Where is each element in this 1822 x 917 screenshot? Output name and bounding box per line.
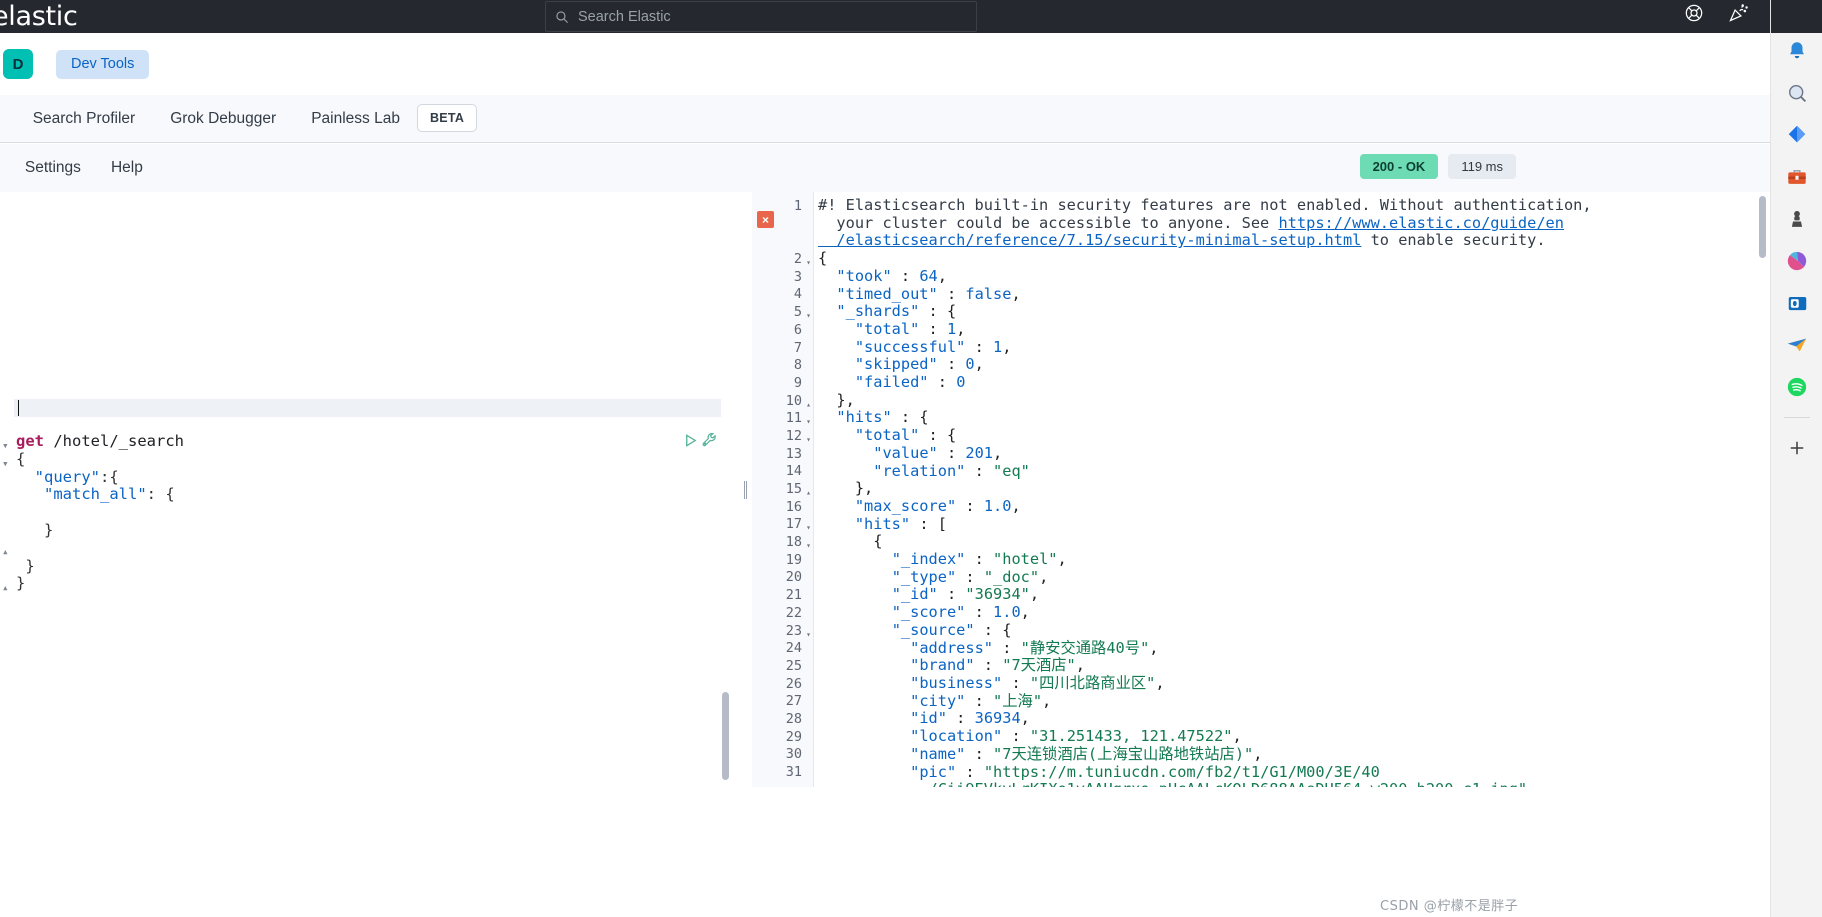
toolbar-help[interactable]: Help	[111, 159, 143, 177]
response-line-numbers: 1 2 ▾ 34 5 ▾ 6789 10 ▴ 11 ▾ 12 ▾ 13 14 15 ▴ 16 …	[785, 198, 811, 781]
fold-marker[interactable]: ▴	[2, 581, 9, 594]
editor-active-line	[14, 399, 721, 417]
notifications-bell-icon[interactable]	[1782, 36, 1812, 66]
help-icon[interactable]	[1684, 3, 1704, 23]
watermark-text: CSDN @柠檬不是胖子	[1380, 899, 1519, 914]
briefcase-icon[interactable]	[1782, 162, 1812, 192]
request-method: get	[16, 432, 44, 450]
pane-splitter[interactable]	[738, 192, 752, 787]
office-swirl-icon[interactable]	[1782, 246, 1812, 276]
browser-sidebar-icons	[1771, 36, 1822, 463]
browser-sidebar	[1770, 0, 1822, 917]
dev-tools-tabs: ole Search Profiler Grok Debugger Painle…	[0, 95, 1770, 143]
app-header: D Dev Tools	[0, 33, 1770, 95]
elastic-logo[interactable]: elastic	[0, 1, 78, 32]
status-badge: 200 - OK	[1359, 154, 1439, 179]
drop-blue-icon[interactable]	[1782, 120, 1812, 150]
elastic-global-header: elastic Search Elastic	[0, 0, 1770, 33]
add-app-icon[interactable]	[1782, 433, 1812, 463]
chess-pawn-icon[interactable]	[1782, 204, 1812, 234]
tab-search-profiler[interactable]: Search Profiler	[33, 96, 136, 142]
fold-marker[interactable]: ▴	[2, 545, 9, 558]
response-scrollbar[interactable]	[1759, 196, 1766, 258]
beta-badge: BETA	[416, 103, 478, 132]
deployment-avatar[interactable]: D	[3, 49, 33, 79]
toolbar-settings[interactable]: Settings	[25, 159, 81, 177]
send-request-button[interactable]	[683, 433, 698, 453]
fold-marker[interactable]: ▾	[806, 537, 811, 555]
global-search-placeholder: Search Elastic	[578, 8, 671, 25]
browser-sidebar-top-spacer	[1771, 0, 1822, 33]
request-editor-pane[interactable]: ▾ ▾ ▴ ▴ get /hotel/_search { "query":{ "…	[0, 192, 735, 787]
console-toolbar: ry Settings Help 200 - OK 119 ms	[0, 144, 1770, 192]
editor-gutter: ▾ ▾ ▴ ▴	[0, 192, 14, 787]
response-time-badge: 119 ms	[1448, 154, 1516, 179]
response-pane[interactable]: × 1 2 ▾ 34 5 ▾ 6789 10 ▴ 11 ▾ 12 ▾ 13 14 15 ▴ 1…	[752, 192, 1770, 798]
request-editor-code[interactable]: get /hotel/_search { "query":{ "match_al…	[16, 432, 716, 593]
search-circle-icon[interactable]	[1782, 78, 1812, 108]
fold-marker[interactable]: ▾	[2, 439, 9, 452]
paper-plane-icon[interactable]	[1782, 330, 1812, 360]
spotify-icon[interactable]	[1782, 372, 1812, 402]
fold-marker[interactable]: ▾	[2, 457, 9, 470]
fold-marker[interactable]: ▾	[806, 626, 811, 644]
response-gutter: × 1 2 ▾ 34 5 ▾ 6789 10 ▴ 11 ▾ 12 ▾ 13 14 15 ▴ 1…	[752, 192, 814, 787]
fold-marker[interactable]: ▾	[806, 254, 811, 272]
request-path: /hotel/_search	[53, 432, 184, 450]
splitter-grip-icon	[743, 480, 747, 499]
fold-marker[interactable]: ▴	[806, 396, 811, 414]
header-action-icons	[1684, 3, 1748, 23]
global-search-field[interactable]: Search Elastic	[545, 1, 977, 32]
response-status-group: 200 - OK 119 ms	[1359, 154, 1516, 179]
fold-marker[interactable]: ▾	[806, 431, 811, 449]
outlook-icon[interactable]	[1782, 288, 1812, 318]
fold-marker[interactable]: ▾	[806, 519, 811, 537]
console-panes: ▾ ▾ ▴ ▴ get /hotel/_search { "query":{ "…	[0, 192, 1770, 798]
tab-grok-debugger[interactable]: Grok Debugger	[170, 96, 276, 142]
request-actions-menu-button[interactable]	[702, 432, 719, 454]
sidebar-divider	[1784, 417, 1810, 418]
fold-marker[interactable]: ▴	[806, 484, 811, 502]
fold-marker[interactable]: ▾	[806, 413, 811, 431]
editor-caret	[18, 400, 19, 416]
tab-painless-lab[interactable]: Painless Lab	[311, 96, 400, 142]
response-body-code[interactable]: #! Elasticsearch built-in security featu…	[818, 196, 1754, 799]
whats-new-icon[interactable]	[1728, 3, 1748, 23]
breadcrumb-dev-tools[interactable]: Dev Tools	[56, 49, 150, 79]
editor-scrollbar[interactable]	[722, 692, 729, 780]
fold-marker[interactable]: ▾	[806, 307, 811, 325]
search-icon	[555, 10, 569, 24]
